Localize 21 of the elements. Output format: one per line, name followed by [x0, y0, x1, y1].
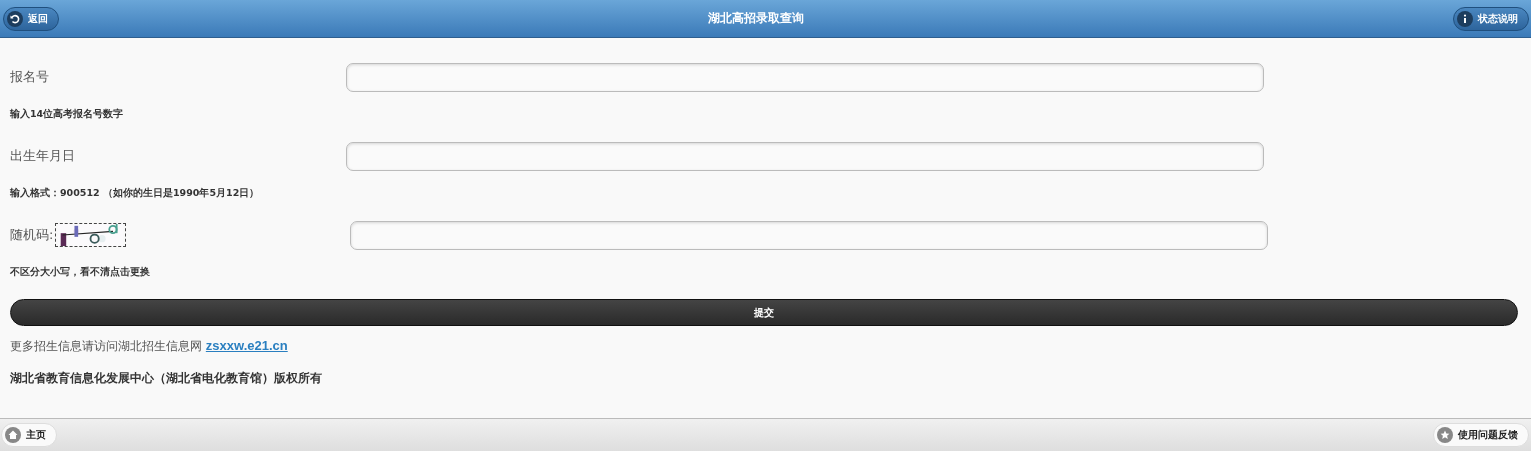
hint-text: 输入14位高考报名号数字 [10, 108, 125, 121]
copyright-text: 湖北省教育信息化发展中心（湖北省电化教育馆）版权所有 [10, 370, 323, 387]
submit-button[interactable]: 提交 [10, 299, 1518, 326]
back-icon [7, 10, 23, 27]
home-icon [5, 427, 21, 443]
input-field[interactable] [346, 62, 1264, 92]
info-text: 更多招生信息请访问湖北招生信息网 zsxxw.e21.cn [10, 338, 289, 355]
field-label: 出生年月日 [10, 147, 75, 165]
captcha-field[interactable] [350, 220, 1268, 250]
field-label: 随机码: [10, 226, 54, 244]
input-field[interactable] [346, 141, 1264, 171]
hint-text: 输入格式：900512 （如你的生日是1990年5月12日） [10, 187, 261, 200]
page-title: 湖北高招录取查询 [707, 10, 805, 27]
feedback-button[interactable]: 使用问题反馈 [1433, 423, 1529, 447]
hint-text: 不区分大小写，看不清点击更换 [10, 266, 151, 279]
field-label: 报名号 [10, 68, 49, 86]
site-link[interactable]: zsxxw.e21.cn [205, 338, 288, 353]
home-button[interactable]: 主页 [1, 423, 57, 447]
info-icon [1457, 10, 1473, 27]
back-button[interactable]: 返回 [3, 6, 59, 31]
status-button[interactable]: 状态说明 [1453, 6, 1529, 31]
